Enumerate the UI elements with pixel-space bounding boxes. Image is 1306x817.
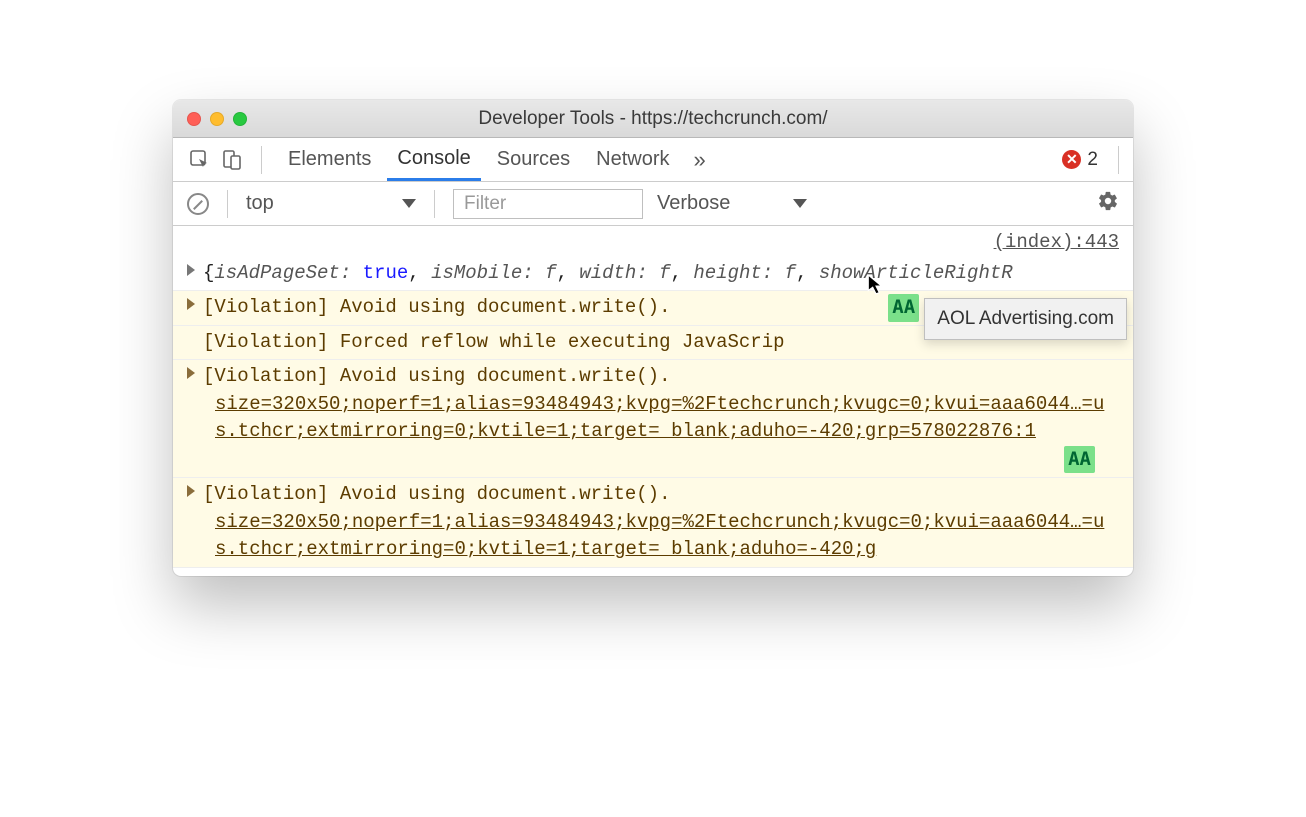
expand-caret-icon[interactable] <box>187 485 195 497</box>
close-icon[interactable] <box>187 112 201 126</box>
panel-tabs: Elements Console Sources Network » ✕ 2 <box>173 138 1133 182</box>
console-body: (index):443 {isAdPageSet: true, isMobile… <box>173 226 1133 576</box>
console-row: {isAdPageSet: true, isMobile: f, width: … <box>173 257 1133 292</box>
zoom-icon[interactable] <box>233 112 247 126</box>
console-toolbar: top Filter Verbose <box>173 182 1133 226</box>
console-row: (index):443 <box>173 226 1133 257</box>
filter-placeholder: Filter <box>464 193 506 215</box>
window-title: Developer Tools - https://techcrunch.com… <box>173 108 1133 130</box>
log-text: [Violation] Avoid using document.write()… <box>203 365 670 387</box>
inspect-icon[interactable] <box>187 147 213 173</box>
error-count[interactable]: ✕ 2 <box>1062 149 1098 171</box>
chevron-down-icon <box>402 199 416 208</box>
traffic-lights <box>187 112 247 126</box>
clear-console-icon[interactable] <box>187 193 209 215</box>
more-tabs-icon[interactable]: » <box>686 147 714 173</box>
expand-caret-icon[interactable] <box>187 298 195 310</box>
tab-network[interactable]: Network <box>586 138 679 181</box>
device-toggle-icon[interactable] <box>219 147 245 173</box>
tab-elements[interactable]: Elements <box>278 138 381 181</box>
thirdparty-badge[interactable]: AA <box>888 294 919 322</box>
tab-console[interactable]: Console <box>387 138 480 181</box>
console-row: [Violation] Avoid using document.write()… <box>173 478 1133 568</box>
context-value: top <box>246 192 274 215</box>
source-link[interactable]: (index):443 <box>994 229 1119 257</box>
log-text: [Violation] Forced reflow while executin… <box>203 331 785 353</box>
error-icon: ✕ <box>1062 150 1081 169</box>
divider <box>261 146 262 174</box>
tab-sources[interactable]: Sources <box>487 138 580 181</box>
log-text: [Violation] Avoid using document.write()… <box>203 483 670 505</box>
devtools-window: Developer Tools - https://techcrunch.com… <box>173 100 1133 576</box>
divider <box>227 190 228 218</box>
error-count-value: 2 <box>1087 149 1098 171</box>
log-level-select[interactable]: Verbose <box>657 190 807 217</box>
chevron-down-icon <box>793 199 807 208</box>
console-row: [Violation] Avoid using document.write()… <box>173 360 1133 478</box>
minimize-icon[interactable] <box>210 112 224 126</box>
gear-icon[interactable] <box>1097 190 1119 218</box>
log-params[interactable]: size=320x50;noperf=1;alias=93484943;kvpg… <box>203 509 1119 564</box>
log-level-value: Verbose <box>657 192 730 215</box>
filter-input[interactable]: Filter <box>453 189 643 219</box>
log-params[interactable]: size=320x50;noperf=1;alias=93484943;kvpg… <box>203 391 1119 446</box>
expand-caret-icon[interactable] <box>187 367 195 379</box>
thirdparty-badge[interactable]: AA <box>1064 446 1095 474</box>
divider <box>434 190 435 218</box>
titlebar: Developer Tools - https://techcrunch.com… <box>173 100 1133 138</box>
divider <box>1118 146 1119 174</box>
tooltip: AOL Advertising.com <box>924 298 1127 340</box>
log-text: [Violation] Avoid using document.write()… <box>203 296 670 318</box>
expand-caret-icon[interactable] <box>187 264 195 276</box>
log-object[interactable]: {isAdPageSet: true, isMobile: f, width: … <box>203 262 1013 284</box>
context-select[interactable]: top <box>246 190 416 217</box>
